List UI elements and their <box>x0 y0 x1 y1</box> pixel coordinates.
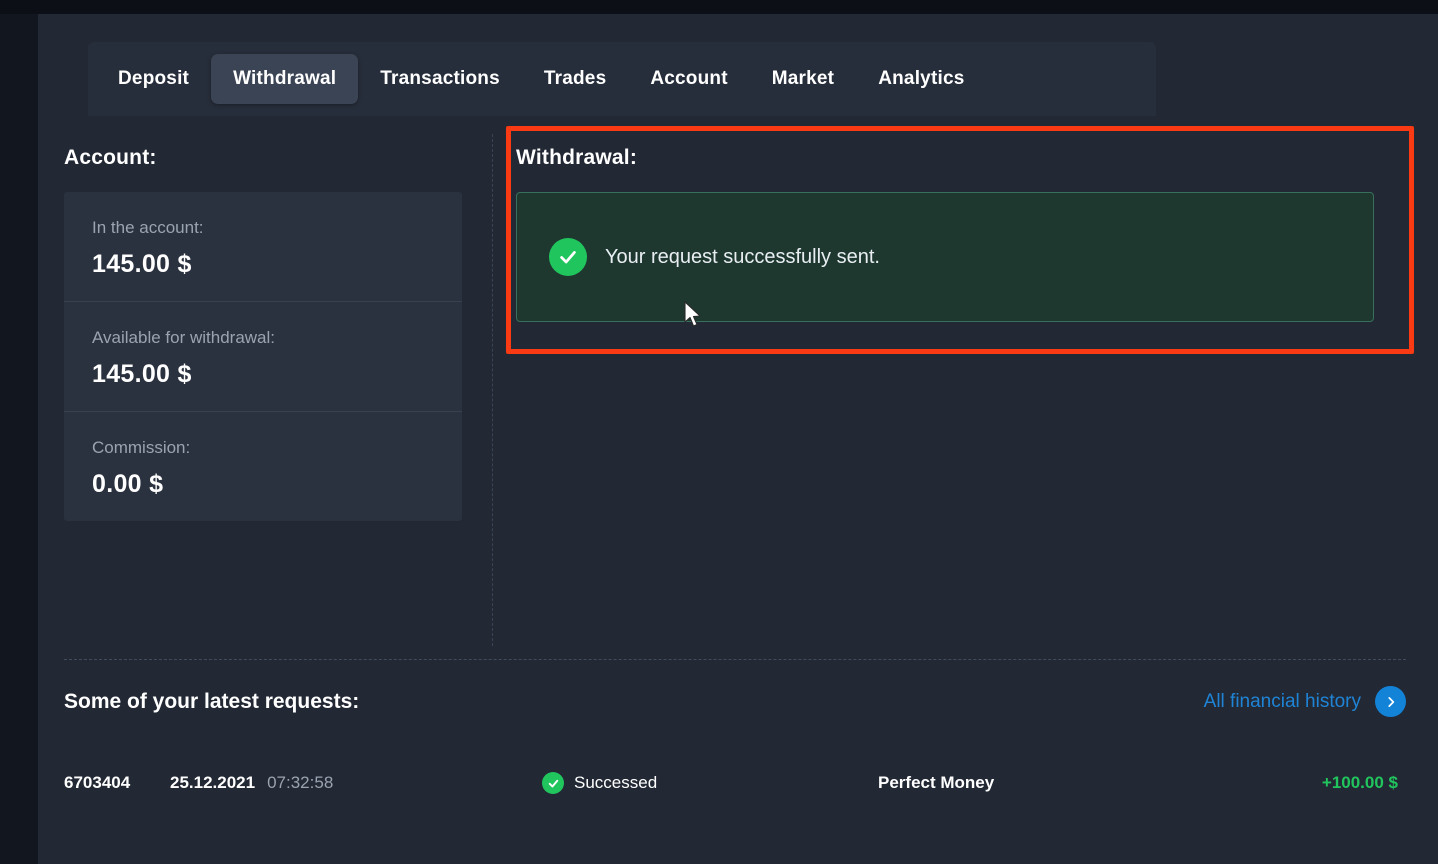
all-financial-history-label: All financial history <box>1204 691 1361 713</box>
app-screen: Deposit Withdrawal Transactions Trades A… <box>0 0 1438 864</box>
table-row[interactable]: 6703404 25.12.2021 07:32:58 Successed Pe… <box>64 773 1406 793</box>
transaction-amount: +100.00 $ <box>1322 773 1398 793</box>
transaction-date: 25.12.2021 <box>170 773 255 793</box>
tab-trades[interactable]: Trades <box>522 54 628 104</box>
account-row-available-for-withdrawal: Available for withdrawal: 145.00 $ <box>64 302 462 412</box>
account-heading: Account: <box>64 146 504 170</box>
tab-analytics[interactable]: Analytics <box>856 54 986 104</box>
withdrawal-success-text: Your request successfully sent. <box>605 246 880 269</box>
status-badge: Successed <box>542 772 657 794</box>
withdrawal-block: Withdrawal: Your request successfully se… <box>516 146 1416 322</box>
withdrawal-success-banner: Your request successfully sent. <box>516 192 1374 322</box>
window-top-strip <box>0 0 1438 14</box>
content-area: Account: In the account: 145.00 $ Availa… <box>38 116 1438 864</box>
app-panel: Deposit Withdrawal Transactions Trades A… <box>38 14 1438 864</box>
tab-transactions[interactable]: Transactions <box>358 54 522 104</box>
account-row-in-the-account: In the account: 145.00 $ <box>64 192 462 302</box>
section-divider <box>64 659 1406 660</box>
latest-requests-title: Some of your latest requests: <box>64 690 359 714</box>
all-financial-history-link[interactable]: All financial history <box>1204 686 1406 717</box>
transaction-time: 07:32:58 <box>267 773 333 793</box>
account-label: In the account: <box>92 218 434 238</box>
tab-account[interactable]: Account <box>628 54 749 104</box>
tab-deposit[interactable]: Deposit <box>96 54 211 104</box>
account-value: 145.00 $ <box>92 250 434 279</box>
tab-market[interactable]: Market <box>750 54 856 104</box>
transaction-id: 6703404 <box>64 773 142 793</box>
withdrawal-heading: Withdrawal: <box>516 146 1416 170</box>
status-label: Successed <box>574 773 657 793</box>
check-circle-icon <box>549 238 587 276</box>
account-label: Available for withdrawal: <box>92 328 434 348</box>
tab-withdrawal[interactable]: Withdrawal <box>211 54 358 104</box>
account-label: Commission: <box>92 438 434 458</box>
account-column: Account: In the account: 145.00 $ Availa… <box>64 146 504 521</box>
account-row-commission: Commission: 0.00 $ <box>64 412 462 521</box>
latest-requests-section: Some of your latest requests: All financ… <box>64 686 1406 793</box>
account-card: In the account: 145.00 $ Available for w… <box>64 192 462 521</box>
main-tab-bar: Deposit Withdrawal Transactions Trades A… <box>88 42 1156 116</box>
withdrawal-column: Withdrawal: Your request successfully se… <box>516 146 1416 322</box>
account-value: 0.00 $ <box>92 470 434 499</box>
chevron-right-icon[interactable] <box>1375 686 1406 717</box>
check-circle-icon <box>542 772 564 794</box>
payment-method: Perfect Money <box>878 773 994 793</box>
latest-requests-header: Some of your latest requests: All financ… <box>64 686 1406 717</box>
account-value: 145.00 $ <box>92 360 434 389</box>
